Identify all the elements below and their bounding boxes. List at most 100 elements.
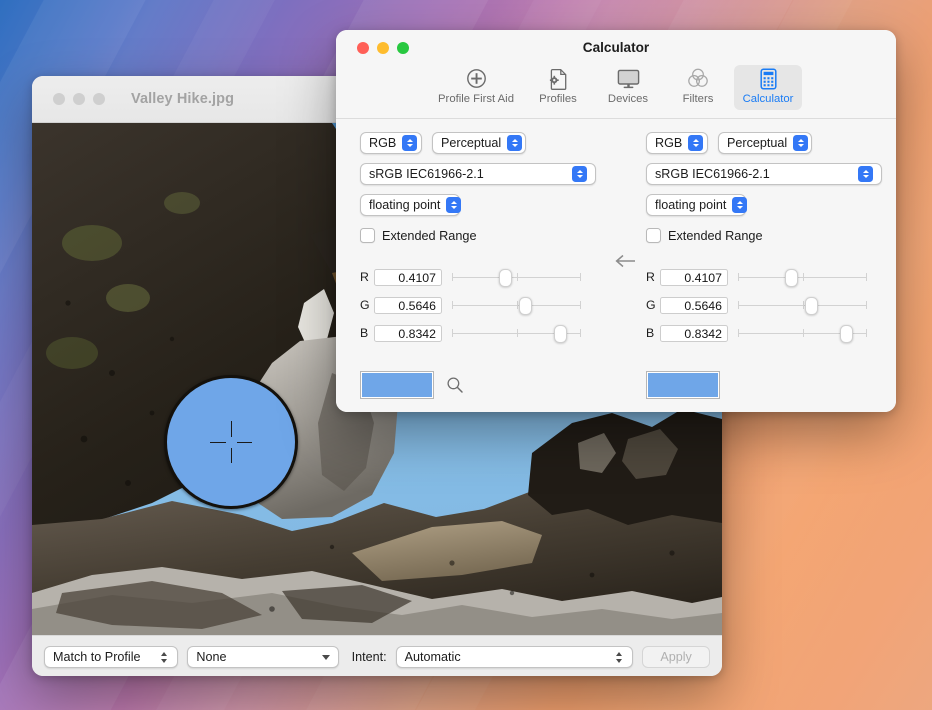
magnifier-icon[interactable] [446, 376, 464, 394]
slider-thumb[interactable] [785, 269, 799, 287]
right-slider-g[interactable] [738, 296, 867, 315]
right-channel-name-r: R [646, 270, 655, 284]
left-extended-range-label: Extended Range [382, 228, 477, 243]
tab-profile-first-aid[interactable]: Profile First Aid [430, 65, 522, 110]
stepper-updown-icon [572, 166, 587, 182]
left-encoding-label: floating point [369, 198, 441, 212]
stepper-updown-icon [793, 135, 809, 151]
slider-tick-mid [802, 329, 804, 337]
stepper-updown-icon [688, 135, 704, 151]
right-extended-range-label: Extended Range [668, 228, 763, 243]
right-colorspace-popup[interactable]: RGB [646, 132, 708, 154]
left-extended-range-row[interactable]: Extended Range [360, 228, 596, 243]
slider-tick-mid [516, 329, 518, 337]
left-encoding-popup[interactable]: floating point [360, 194, 462, 216]
right-encoding-popup[interactable]: floating point [646, 194, 748, 216]
right-channel-value-r[interactable]: 0.4107 [660, 268, 728, 286]
left-space-intent-row: RGB Perceptual [360, 132, 596, 154]
intent-popup[interactable]: Automatic [395, 646, 634, 668]
profile-popup[interactable]: None [187, 646, 339, 668]
left-channel-row-g[interactable]: G 0.5646 [360, 296, 596, 315]
right-channel-value-b[interactable]: 0.8342 [660, 324, 728, 342]
right-swatch-row [646, 371, 720, 399]
right-space-intent-row: RGB Perceptual [646, 132, 882, 154]
right-slider-r[interactable] [738, 268, 867, 287]
close-button[interactable] [53, 93, 65, 105]
right-channel-name-g: G [646, 298, 656, 312]
left-slider-r[interactable] [452, 268, 581, 287]
tab-profiles[interactable]: Profiles [524, 65, 592, 110]
calculator-traffic-lights[interactable] [357, 41, 409, 54]
minimize-button[interactable] [73, 93, 85, 105]
slider-thumb[interactable] [554, 325, 568, 343]
close-button[interactable] [357, 41, 369, 54]
left-channel-value-g[interactable]: 0.5646 [374, 296, 442, 314]
stepper-updown-icon [446, 197, 462, 213]
stepper-updown-icon [507, 135, 523, 151]
match-to-profile-popup[interactable]: Match to Profile [44, 646, 179, 668]
plus-circle-icon [466, 67, 487, 90]
crosshair-center-gap [226, 437, 237, 448]
right-intent-popup[interactable]: Perceptual [718, 132, 812, 154]
left-colorspace-label: RGB [369, 136, 397, 150]
slider-thumb[interactable] [499, 269, 513, 287]
slider-tick-min [738, 301, 740, 309]
right-extended-range-row[interactable]: Extended Range [646, 228, 882, 243]
slider-thumb[interactable] [805, 297, 819, 315]
apply-button[interactable]: Apply [642, 646, 710, 668]
slider-tick-mid [516, 301, 518, 309]
left-profile-label: sRGB IEC61966-2.1 [369, 167, 484, 181]
right-color-swatch[interactable] [646, 371, 720, 399]
window-traffic-lights[interactable] [53, 93, 105, 105]
stepper-updown-icon [613, 651, 624, 663]
minimize-button[interactable] [377, 41, 389, 54]
left-color-swatch[interactable] [360, 371, 434, 399]
left-channel-row-r[interactable]: R 0.4107 [360, 268, 596, 287]
stepper-updown-icon [402, 135, 418, 151]
left-slider-b[interactable] [452, 324, 581, 343]
tab-filters[interactable]: Filters [664, 65, 732, 110]
tab-label: Filters [682, 93, 714, 105]
left-channel-value-b[interactable]: 0.8342 [374, 324, 442, 342]
right-intent-label: Perceptual [727, 136, 788, 150]
left-extended-range-checkbox[interactable] [360, 228, 375, 243]
color-picker-loupe[interactable] [164, 375, 298, 509]
calculator-titlebar[interactable]: Calculator [336, 30, 896, 65]
left-slider-g[interactable] [452, 296, 581, 315]
right-channel-row-b[interactable]: B 0.8342 [646, 324, 882, 343]
left-profile-popup[interactable]: sRGB IEC61966-2.1 [360, 163, 596, 185]
left-channel-row-b[interactable]: B 0.8342 [360, 324, 596, 343]
zoom-button[interactable] [397, 41, 409, 54]
right-channel-row-g[interactable]: G 0.5646 [646, 296, 882, 315]
left-intent-label: Perceptual [441, 136, 502, 150]
tab-calculator[interactable]: Calculator [734, 65, 802, 110]
stepper-updown-icon [732, 197, 748, 213]
slider-thumb[interactable] [840, 325, 854, 343]
slider-tick-max [579, 301, 581, 309]
image-window-bottom-bar[interactable]: Match to Profile None Intent: Automatic … [32, 635, 722, 676]
slider-tick-min [738, 329, 740, 337]
slider-tick-min [452, 301, 454, 309]
slider-tick-min [738, 273, 740, 281]
tab-label: Profile First Aid [438, 93, 514, 105]
colorsync-calculator-window[interactable]: Calculator Profile First Aid Profiles De… [336, 30, 896, 412]
tab-devices[interactable]: Devices [594, 65, 662, 110]
right-channel-sliders: R 0.4107 G 0.5646 B 0.8342 [646, 268, 882, 343]
calculator-window-title: Calculator [582, 40, 650, 55]
right-profile-popup[interactable]: sRGB IEC61966-2.1 [646, 163, 882, 185]
right-channel-name-b: B [646, 326, 655, 340]
slider-tick-mid [802, 273, 804, 281]
image-window-title: Valley Hike.jpg [131, 91, 235, 107]
left-colorspace-popup[interactable]: RGB [360, 132, 422, 154]
right-extended-range-checkbox[interactable] [646, 228, 661, 243]
slider-thumb[interactable] [519, 297, 533, 315]
right-channel-value-g[interactable]: 0.5646 [660, 296, 728, 314]
right-slider-b[interactable] [738, 324, 867, 343]
left-intent-popup[interactable]: Perceptual [432, 132, 526, 154]
slider-tick-max [579, 273, 581, 281]
left-channel-value-r[interactable]: 0.4107 [374, 268, 442, 286]
right-channel-row-r[interactable]: R 0.4107 [646, 268, 882, 287]
calculator-toolbar[interactable]: Profile First Aid Profiles Devices Filte… [336, 65, 896, 119]
zoom-button[interactable] [93, 93, 105, 105]
profile-popup-label: None [196, 650, 227, 664]
